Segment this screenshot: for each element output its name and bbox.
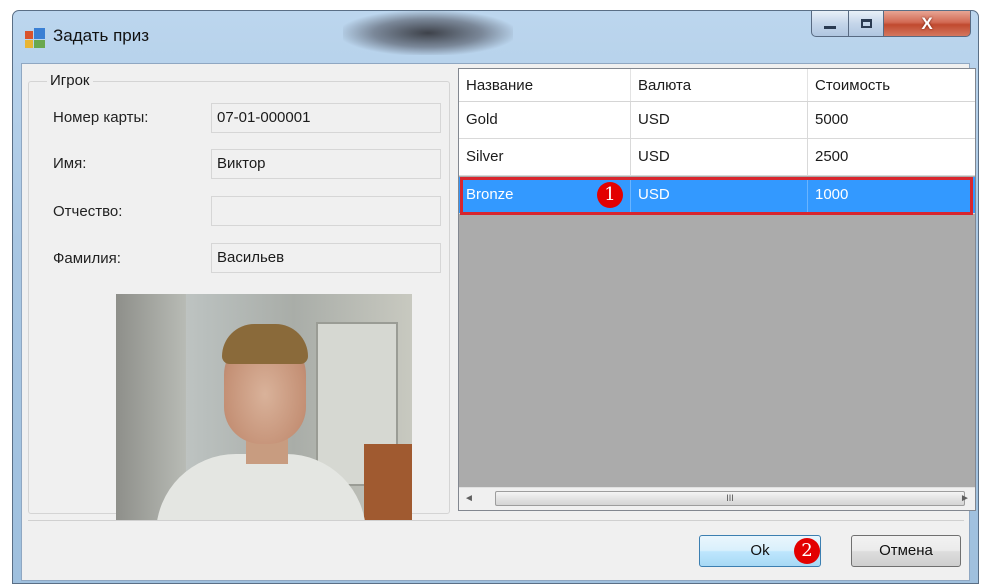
maximize-icon <box>860 19 872 28</box>
patronymic-label: Отчество: <box>53 203 123 220</box>
cell-currency: USD <box>631 177 808 213</box>
first-name-field: Виктор <box>211 149 441 179</box>
player-photo <box>116 294 412 520</box>
card-number-label: Номер карты: <box>53 109 149 126</box>
card-number-field: 07-01-000001 <box>211 103 441 133</box>
grid-header: Название Валюта Стоимость <box>459 69 975 102</box>
minimize-icon <box>824 26 836 29</box>
dialog-window: Задать приз X Игрок Номер карты: 07-01-0… <box>12 10 979 584</box>
prize-grid[interactable]: Название Валюта Стоимость Gold USD 5000 … <box>458 68 976 511</box>
cell-name: Gold <box>459 102 631 138</box>
cell-cost: 5000 <box>808 102 975 138</box>
app-icon <box>25 28 45 48</box>
patronymic-field <box>211 196 441 226</box>
cell-name: Silver <box>459 139 631 175</box>
horizontal-scrollbar[interactable]: ◄ III ► <box>459 487 975 510</box>
cell-currency: USD <box>631 102 808 138</box>
minimize-button[interactable] <box>811 11 849 37</box>
maximize-button[interactable] <box>848 11 884 37</box>
button-separator <box>28 520 964 521</box>
close-icon: X <box>921 13 933 33</box>
player-groupbox: Игрок Номер карты: 07-01-000001 Имя: Вик… <box>28 72 450 520</box>
scroll-right-icon[interactable]: ► <box>955 488 975 510</box>
scroll-thumb[interactable]: III <box>495 491 965 506</box>
cell-currency: USD <box>631 139 808 175</box>
dialog-client-area: Игрок Номер карты: 07-01-000001 Имя: Вик… <box>21 63 976 581</box>
title-bar[interactable]: Задать приз X <box>13 11 978 63</box>
player-group-title: Игрок <box>47 72 93 89</box>
step-marker-1: 1 <box>597 182 623 208</box>
column-header-name[interactable]: Название <box>459 69 631 101</box>
last-name-field: Васильев <box>211 243 441 273</box>
column-header-cost[interactable]: Стоимость <box>808 69 975 101</box>
first-name-label: Имя: <box>53 155 87 172</box>
last-name-label: Фамилия: <box>53 250 121 267</box>
title-bar-background-blur <box>343 11 513 55</box>
window-title: Задать приз <box>53 26 150 45</box>
cancel-button[interactable]: Отмена <box>851 535 961 567</box>
cell-cost: 1000 <box>808 177 975 213</box>
table-row-selected[interactable]: Bronze USD 1000 <box>459 177 975 214</box>
cell-cost: 2500 <box>808 139 975 175</box>
step-marker-2: 2 <box>794 538 820 564</box>
table-row[interactable]: Gold USD 5000 <box>459 102 975 139</box>
table-row[interactable]: Silver USD 2500 <box>459 139 975 176</box>
column-header-currency[interactable]: Валюта <box>631 69 808 101</box>
close-button[interactable]: X <box>883 11 971 37</box>
scroll-left-icon[interactable]: ◄ <box>459 488 479 510</box>
